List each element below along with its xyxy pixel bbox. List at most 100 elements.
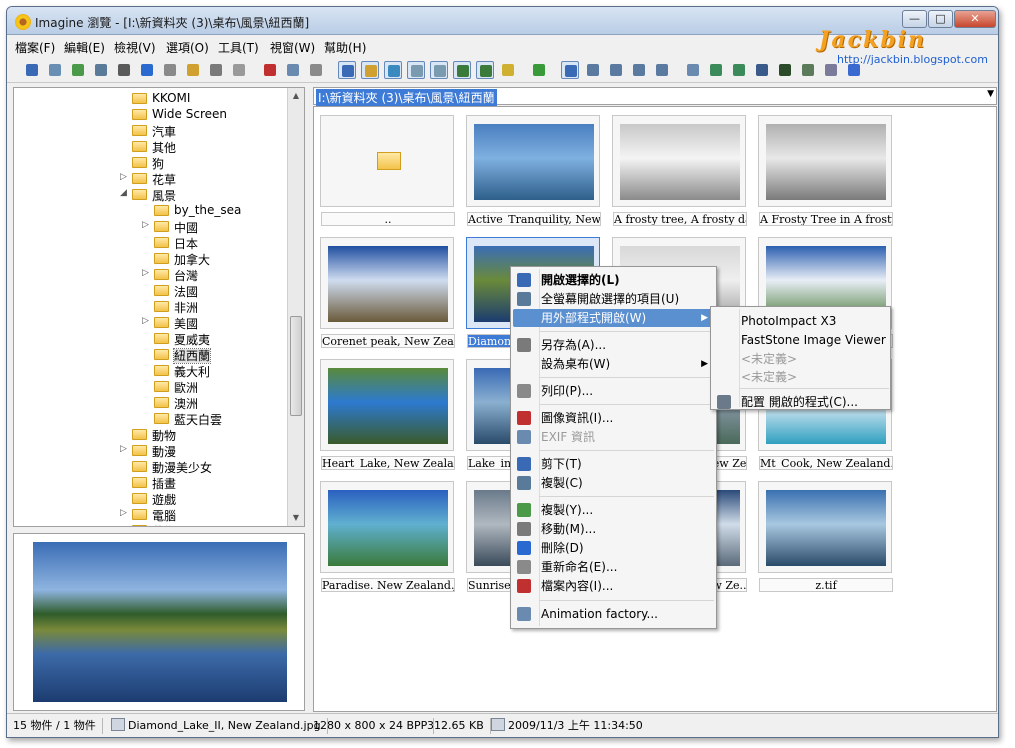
context-menu-item[interactable]: 複製(Y)... — [513, 501, 714, 519]
tree-node[interactable]: 其他 — [132, 139, 176, 155]
context-menu-item[interactable]: 複製(C) — [513, 474, 714, 492]
layout-d-icon[interactable] — [630, 61, 648, 79]
tree-node[interactable]: 遊戲 — [132, 491, 176, 507]
menu-item[interactable]: 檔案(F) — [15, 39, 55, 56]
tree-node[interactable]: ◢ 風景 — [120, 187, 176, 203]
timer-icon[interactable] — [384, 61, 402, 79]
tree-node[interactable]: 動漫美少女 — [132, 459, 212, 475]
film-icon[interactable] — [776, 61, 794, 79]
layout-a-icon[interactable] — [561, 61, 579, 79]
context-menu-item[interactable]: 重新命名(E)... — [513, 558, 714, 576]
tree-node[interactable]: 狗 — [132, 155, 164, 171]
tree-node[interactable]: by_the_sea — [154, 203, 241, 219]
refresh-icon[interactable] — [530, 61, 548, 79]
print-icon[interactable] — [115, 61, 133, 79]
view-icon[interactable] — [23, 61, 41, 79]
tree-node[interactable]: ▷ 電腦 — [120, 507, 176, 523]
tree-node[interactable]: 加拿大 — [154, 251, 210, 267]
path-dropdown-icon[interactable]: ▼ — [987, 89, 994, 99]
tree-expander-icon[interactable]: ▷ — [142, 316, 149, 326]
thumbnail-item[interactable]: Paradise. New Zealand.jpg — [320, 481, 455, 592]
folder-up-icon[interactable] — [499, 61, 517, 79]
tree-node[interactable]: 義大利 — [154, 363, 210, 379]
tree-icon[interactable] — [361, 61, 379, 79]
context-menu-item[interactable]: 檔案內容(I)... — [513, 577, 714, 595]
paste-icon[interactable] — [307, 61, 325, 79]
thumbnail-item[interactable]: Corenet peak, New Zealan... — [320, 237, 455, 348]
camera-icon[interactable] — [161, 61, 179, 79]
parent-folder-item[interactable]: .. — [320, 115, 455, 226]
tree-node[interactable]: 法國 — [154, 283, 198, 299]
submenu-item[interactable]: 配置 開啟的程式(C)... — [713, 393, 888, 411]
folder-tree[interactable]: KKOMI Wide Screen 汽車 其他狗 ▷ 花草 ◢ 風景 by_the_sea ▷ 中國… — [13, 87, 305, 527]
tools-icon[interactable] — [684, 61, 702, 79]
tree-node[interactable]: ▷ 動漫 — [120, 443, 176, 459]
scroll-down-icon[interactable]: ▼ — [288, 510, 304, 526]
tree-expander-icon[interactable]: ▷ — [120, 444, 127, 454]
tree-node[interactable]: 汽車 — [132, 123, 176, 139]
tree-node[interactable]: ▷ 花草 — [120, 171, 176, 187]
copy-image-icon[interactable] — [92, 61, 110, 79]
menu-item[interactable]: 工具(T) — [218, 39, 259, 56]
properties-icon[interactable] — [230, 61, 248, 79]
menu-item[interactable]: 視窗(W) — [270, 39, 315, 56]
tree-node[interactable]: 藍天白雲 — [154, 411, 222, 427]
submenu-item[interactable]: <未定義> — [713, 368, 888, 386]
menu-item[interactable]: 檢視(V) — [114, 39, 156, 56]
minimize-button[interactable]: — — [902, 10, 927, 28]
tree-node[interactable]: ▷ 美國 — [142, 315, 198, 331]
context-menu-item[interactable]: 列印(P)... — [513, 382, 714, 400]
submenu-item[interactable]: <未定義> — [713, 350, 888, 368]
tree-node[interactable]: 非洲 — [154, 299, 198, 315]
context-menu-item[interactable]: EXIF 資訊 — [513, 428, 714, 446]
tree-expander-icon[interactable]: ▷ — [120, 172, 127, 182]
menu-item[interactable]: 幫助(H) — [324, 39, 366, 56]
scroll-thumb[interactable] — [290, 316, 302, 416]
tree-expander-icon[interactable]: ▷ — [142, 220, 149, 230]
tree-node[interactable]: 歐洲 — [154, 379, 198, 395]
folder-add-icon[interactable] — [184, 61, 202, 79]
layout-b-icon[interactable] — [584, 61, 602, 79]
tree-expander-icon[interactable]: ▷ — [142, 268, 149, 278]
submenu-item[interactable]: FastStone Image Viewer — [713, 331, 888, 349]
capture-icon[interactable] — [799, 61, 817, 79]
export-icon[interactable] — [476, 61, 494, 79]
tree-node[interactable]: 藝術 — [132, 523, 176, 526]
delete-icon[interactable] — [207, 61, 225, 79]
thumbnail-item[interactable]: z.tif — [758, 481, 893, 592]
layout-c-icon[interactable] — [607, 61, 625, 79]
fullscreen-icon[interactable] — [46, 61, 64, 79]
tree-expander-icon[interactable]: ◢ — [120, 188, 127, 198]
tree-node[interactable]: 日本 — [154, 235, 198, 251]
tree-node[interactable]: 紐西蘭 — [154, 347, 212, 364]
context-menu-item[interactable]: 用外部程式開啟(W) ▶ — [513, 309, 714, 327]
thumbnail-item[interactable]: A frosty tree, A frosty day... — [612, 115, 747, 226]
thumbnail-view-icon[interactable] — [338, 61, 356, 79]
layout-e-icon[interactable] — [653, 61, 671, 79]
grid-a-icon[interactable] — [407, 61, 425, 79]
context-menu-item[interactable]: 圖像資訊(I)... — [513, 409, 714, 427]
info-icon[interactable] — [138, 61, 156, 79]
context-menu-item[interactable]: 刪除(D) — [513, 539, 714, 557]
monitor-icon[interactable] — [753, 61, 771, 79]
path-bar[interactable]: I:\新資料夾 (3)\桌布\風景\紐西蘭 ▼ — [313, 87, 997, 106]
tree-node[interactable]: Wide Screen — [132, 107, 227, 123]
tree-node[interactable]: ▷ 台灣 — [142, 267, 198, 283]
batch-icon[interactable] — [730, 61, 748, 79]
tree-node[interactable]: 插畫 — [132, 475, 176, 491]
context-menu-item[interactable]: 設為桌布(W) ▶ — [513, 355, 714, 373]
tree-scrollbar[interactable]: ▲ ▼ — [287, 88, 304, 526]
scroll-up-icon[interactable]: ▲ — [288, 88, 304, 104]
close-button[interactable]: ✕ — [954, 10, 996, 28]
submenu-item[interactable]: PhotoImpact X3 — [713, 312, 888, 330]
context-menu-item[interactable]: 全螢幕開啟選擇的項目(U) — [513, 290, 714, 308]
grid-b-icon[interactable] — [430, 61, 448, 79]
context-menu-item[interactable]: 另存為(A)... — [513, 336, 714, 354]
context-menu-item[interactable]: 開啟選擇的(L) — [513, 271, 714, 289]
context-menu-item[interactable]: Animation factory... — [513, 605, 714, 623]
tree-node[interactable]: KKOMI — [132, 91, 190, 107]
copy-icon[interactable] — [284, 61, 302, 79]
frame-icon[interactable] — [453, 61, 471, 79]
menu-item[interactable]: 編輯(E) — [64, 39, 105, 56]
tree-node[interactable]: 夏威夷 — [154, 331, 210, 347]
